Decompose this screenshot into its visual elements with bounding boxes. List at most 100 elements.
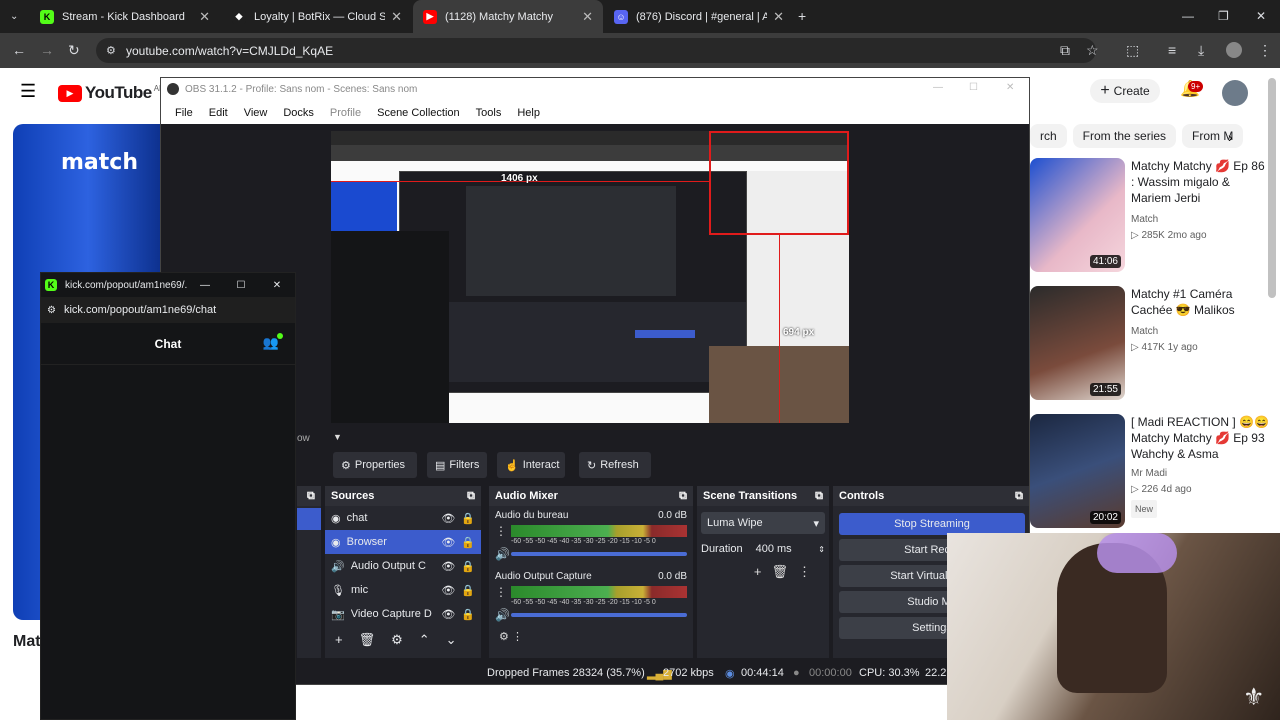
site-info-icon[interactable]: ⚙: [106, 44, 116, 58]
obs-title-bar[interactable]: OBS 31.1.2 - Profile: Sans nom - Scenes:…: [161, 78, 1029, 102]
lock-icon[interactable]: 🔒: [461, 560, 475, 573]
youtube-logo[interactable]: ▶ YouTube AE: [58, 83, 164, 103]
speaker-icon[interactable]: 🔊: [495, 547, 511, 561]
tab-kick-dashboard[interactable]: K Stream - Kick Dashboard ✕: [30, 0, 220, 33]
transition-select[interactable]: Luma Wipe ▾: [701, 512, 825, 534]
rec-thumbnail-2[interactable]: 21:55: [1030, 286, 1125, 400]
minimize-icon[interactable]: —: [187, 280, 223, 291]
obs-maximize-icon[interactable]: ☐: [969, 82, 978, 93]
reload-icon[interactable]: ↻: [68, 43, 80, 57]
restore-window-icon[interactable]: ❐: [1218, 9, 1229, 23]
mixer-settings-icon[interactable]: ⚙: [499, 631, 509, 643]
preview-selection-box[interactable]: [709, 131, 849, 235]
lock-icon[interactable]: 🔒: [461, 584, 475, 597]
install-app-icon[interactable]: ⧉: [1060, 43, 1070, 57]
close-tab-icon[interactable]: ✕: [199, 9, 210, 25]
undock-icon[interactable]: ⧉: [467, 490, 475, 503]
tab-youtube-matchy[interactable]: ▶ (1128) Matchy Matchy ✕: [413, 0, 603, 33]
menu-profile[interactable]: Profile: [330, 107, 361, 119]
rec-thumbnail-3[interactable]: 20:02: [1030, 414, 1125, 528]
lock-icon[interactable]: 🔒: [461, 536, 475, 549]
rec-item-1[interactable]: Matchy Matchy 💋 Ep 86 : Wassim migalo & …: [1131, 158, 1271, 244]
scene-item-selected[interactable]: [297, 508, 321, 530]
tab-discord[interactable]: ☺ (876) Discord | #general | A ✕: [604, 0, 794, 33]
filters-button[interactable]: ▤ Filters: [427, 452, 487, 478]
rec-item-2[interactable]: Matchy #1 Caméra Cachée 😎 Malikos Match …: [1131, 286, 1271, 356]
properties-button[interactable]: ⚙ Properties: [333, 452, 417, 478]
close-tab-icon[interactable]: ✕: [391, 9, 402, 25]
chip[interactable]: rch: [1030, 124, 1067, 148]
move-up-icon[interactable]: ⌃: [419, 632, 430, 648]
duration-input[interactable]: 400 ms: [752, 540, 819, 558]
channel-menu-icon[interactable]: ⋮: [495, 524, 511, 538]
obs-preview-canvas[interactable]: 1406 px 694 px: [331, 131, 849, 423]
source-item-chat[interactable]: ◉ chat 👁 🔒: [325, 506, 481, 530]
interact-button[interactable]: ☝ Interact: [497, 452, 565, 478]
new-tab-icon[interactable]: +: [798, 9, 806, 23]
bookmark-star-icon[interactable]: ☆: [1086, 43, 1099, 57]
undock-icon[interactable]: ⧉: [1015, 490, 1023, 503]
account-avatar[interactable]: [1222, 80, 1248, 106]
menu-docks[interactable]: Docks: [283, 107, 314, 119]
close-tab-icon[interactable]: ✕: [773, 9, 784, 25]
visibility-eye-icon[interactable]: 👁: [441, 584, 455, 597]
visibility-eye-icon[interactable]: 👁: [441, 608, 455, 621]
source-item-mic[interactable]: 🎙 mic 👁 🔒: [325, 578, 481, 602]
lock-icon[interactable]: 🔒: [461, 608, 475, 621]
source-settings-icon[interactable]: ⚙: [391, 632, 403, 648]
add-source-icon[interactable]: +: [335, 632, 343, 648]
move-down-icon[interactable]: ⌄: [446, 632, 457, 648]
tab-botrix[interactable]: ◆ Loyalty | BotRix — Cloud Strean ✕: [222, 0, 412, 33]
visibility-eye-icon[interactable]: 👁: [441, 512, 455, 525]
add-transition-icon[interactable]: +: [754, 564, 772, 579]
tab-search-icon[interactable]: ⌄: [10, 10, 18, 24]
menu-view[interactable]: View: [244, 107, 268, 119]
create-button[interactable]: + Create: [1090, 79, 1160, 103]
undock-icon[interactable]: ⧉: [815, 490, 823, 503]
extensions-icon[interactable]: ⬚: [1126, 43, 1139, 57]
download-icon[interactable]: ⤓: [1198, 43, 1204, 57]
menu-file[interactable]: File: [175, 107, 193, 119]
speaker-icon[interactable]: 🔊: [495, 608, 511, 622]
menu-tools[interactable]: Tools: [476, 107, 502, 119]
visibility-eye-icon[interactable]: 👁: [441, 536, 455, 549]
source-item-browser[interactable]: ◉ Browser 👁 🔒: [325, 530, 481, 554]
menu-help[interactable]: Help: [517, 107, 540, 119]
kick-title-bar[interactable]: K kick.com/popout/am1ne69/... — ☐ ✕: [41, 273, 295, 297]
refresh-button[interactable]: ↻ Refresh: [579, 452, 651, 478]
remove-source-icon[interactable]: 🗑: [359, 632, 376, 648]
minimize-window-icon[interactable]: —: [1182, 9, 1194, 23]
duration-stepper-icon[interactable]: ⇕: [818, 545, 825, 554]
lock-icon[interactable]: 🔒: [461, 512, 475, 525]
menu-scene-collection[interactable]: Scene Collection: [377, 107, 460, 119]
volume-slider[interactable]: [511, 613, 687, 617]
close-icon[interactable]: ✕: [259, 280, 295, 291]
close-window-icon[interactable]: ✕: [1256, 9, 1266, 23]
chip[interactable]: From M: [1182, 124, 1244, 148]
forward-icon[interactable]: →: [40, 43, 54, 57]
chip-from-the-series[interactable]: From the series: [1072, 124, 1177, 148]
close-tab-icon[interactable]: ✕: [582, 9, 593, 25]
kick-url-bar[interactable]: ⚙ kick.com/popout/am1ne69/chat: [41, 297, 295, 323]
remove-transition-icon[interactable]: 🗑: [771, 564, 798, 579]
visibility-eye-icon[interactable]: 👁: [441, 560, 455, 573]
page-scrollbar[interactable]: [1268, 78, 1276, 298]
back-icon[interactable]: ←: [12, 43, 26, 57]
url-field[interactable]: ⚙ youtube.com/watch?v=CMJLDd_KqAE: [96, 38, 1096, 63]
channel-menu-icon[interactable]: ⋮: [495, 585, 511, 599]
profile-avatar-icon[interactable]: [1226, 42, 1242, 58]
browser-menu-icon[interactable]: ⋮: [1258, 43, 1272, 57]
menu-edit[interactable]: Edit: [209, 107, 228, 119]
source-item-audio-output[interactable]: 🔊 Audio Output C 👁 🔒: [325, 554, 481, 578]
undock-icon[interactable]: ⧉: [679, 490, 687, 503]
stop-streaming-button[interactable]: Stop Streaming: [839, 513, 1025, 535]
maximize-icon[interactable]: ☐: [223, 280, 259, 291]
rec-thumbnail-1[interactable]: 41:06: [1030, 158, 1125, 272]
media-control-icon[interactable]: ≡: [1168, 43, 1176, 57]
source-item-video-capture[interactable]: 📷 Video Capture D 👁 🔒: [325, 602, 481, 626]
mixer-menu-icon[interactable]: ⋮: [512, 631, 523, 643]
volume-slider[interactable]: [511, 552, 687, 556]
hamburger-menu-icon[interactable]: ☰: [20, 82, 36, 100]
rec-item-3[interactable]: [ Madi REACTION ] 😄😄Matchy Matchy 💋 Ep 9…: [1131, 414, 1271, 518]
obs-minimize-icon[interactable]: —: [933, 82, 943, 93]
